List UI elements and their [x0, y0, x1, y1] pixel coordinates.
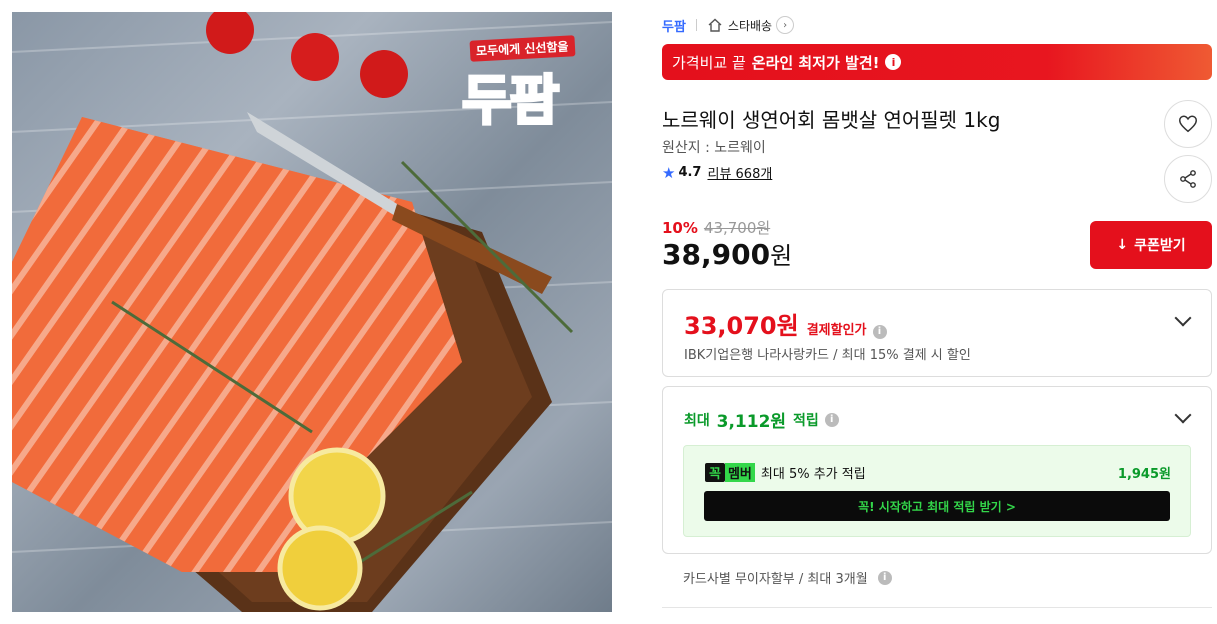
wishlist-button[interactable]	[1164, 100, 1212, 148]
chevron-down-icon[interactable]	[1174, 309, 1192, 327]
discount-rate: 10%	[662, 218, 698, 237]
points-summary: 최대 3,112원 적립 i	[684, 407, 839, 432]
sale-price: 38,900원	[662, 236, 792, 271]
info-icon[interactable]: i	[872, 324, 887, 339]
coupon-download-button[interactable]: ↓ 쿠폰받기	[1090, 221, 1212, 269]
chevron-down-icon[interactable]	[1174, 406, 1192, 424]
chevron-right-icon[interactable]: ›	[776, 16, 795, 34]
review-count-link[interactable]: 리뷰 668개	[707, 163, 772, 182]
membership-logo-mark: 꼭	[705, 463, 725, 482]
membership-box: 꼭 멤버 최대 5% 추가 적립 1,945원 꼭! 시작하고 최대 적립 받기 …	[683, 445, 1191, 537]
home-icon	[708, 18, 722, 32]
brand-link[interactable]: 두팜	[662, 16, 686, 35]
membership-benefit: 최대 5% 추가 적립	[760, 467, 866, 482]
discount-row: 10% 43,700원	[662, 217, 770, 238]
membership-logo-text: 멤버	[724, 463, 755, 482]
star-delivery-link[interactable]: 스타배송	[728, 17, 772, 34]
card-discount-amount: 33,070원	[684, 312, 799, 340]
points-amount: 3,112원	[716, 412, 787, 432]
original-price: 43,700원	[703, 219, 771, 237]
info-icon[interactable]: i	[885, 54, 902, 70]
info-icon[interactable]: i	[824, 412, 839, 427]
card-discount-price: 33,070원 결제할인가 i	[684, 306, 887, 341]
product-image: 모두에게 신선함을 두팜	[12, 12, 612, 612]
star-icon: ★	[662, 163, 676, 182]
card-discount-description: IBK기업은행 나라사랑카드 / 최대 15% 결제 시 할인	[684, 348, 971, 363]
share-icon	[1180, 170, 1196, 188]
origin-text: 원산지 : 노르웨이	[662, 140, 766, 156]
product-title: 노르웨이 생연어회 몸뱃살 연어필렛 1kg	[662, 108, 1001, 132]
installment-info: 카드사별 무이자할부 / 최대 3개월 i	[683, 568, 892, 587]
card-discount-label: 결제할인가	[806, 323, 867, 338]
lowest-price-banner[interactable]: 가격비교 끝 온라인 최저가 발견! i	[662, 44, 1212, 80]
divider	[662, 607, 1212, 608]
sale-price-unit: 원	[770, 242, 793, 270]
breadcrumb: 두팜 스타배송 ›	[662, 14, 795, 36]
membership-start-button[interactable]: 꼭! 시작하고 최대 적립 받기 >	[704, 491, 1170, 521]
product-info-panel: 두팜 스타배송 › 가격비교 끝 온라인 최저가 발견! i 노르웨이 생연어회…	[662, 12, 1212, 624]
brand-logo: 두팜	[460, 68, 560, 134]
points-panel: 최대 3,112원 적립 i 꼭 멤버 최대 5% 추가 적립 1,945원 꼭!…	[662, 386, 1212, 554]
download-icon: ↓	[1116, 237, 1129, 253]
installment-text: 카드사별 무이자할부 / 최대 3개월	[683, 572, 868, 587]
membership-logo: 꼭 멤버	[705, 463, 755, 482]
rating-summary: ★ 4.7 리뷰 668개	[662, 163, 772, 183]
share-button[interactable]	[1164, 155, 1212, 203]
sale-price-amount: 38,900	[662, 238, 771, 271]
coupon-button-label: 쿠폰받기	[1134, 238, 1186, 254]
membership-amount: 1,945원	[1117, 467, 1171, 482]
points-prefix: 최대	[684, 412, 710, 429]
brand-badge: 모두에게 신선함을 두팜	[460, 35, 582, 138]
heart-icon	[1179, 115, 1197, 133]
info-icon[interactable]: i	[877, 570, 892, 585]
promo-prefix: 가격비교 끝	[672, 53, 746, 72]
rating-score: 4.7	[678, 165, 702, 180]
membership-row: 꼭 멤버 최대 5% 추가 적립 1,945원	[705, 463, 1171, 482]
breadcrumb-divider	[695, 19, 697, 31]
card-discount-panel[interactable]: 33,070원 결제할인가 i IBK기업은행 나라사랑카드 / 최대 15% …	[662, 289, 1212, 377]
promo-highlight: 온라인 최저가 발견!	[751, 53, 880, 72]
points-suffix: 적립	[792, 412, 819, 429]
